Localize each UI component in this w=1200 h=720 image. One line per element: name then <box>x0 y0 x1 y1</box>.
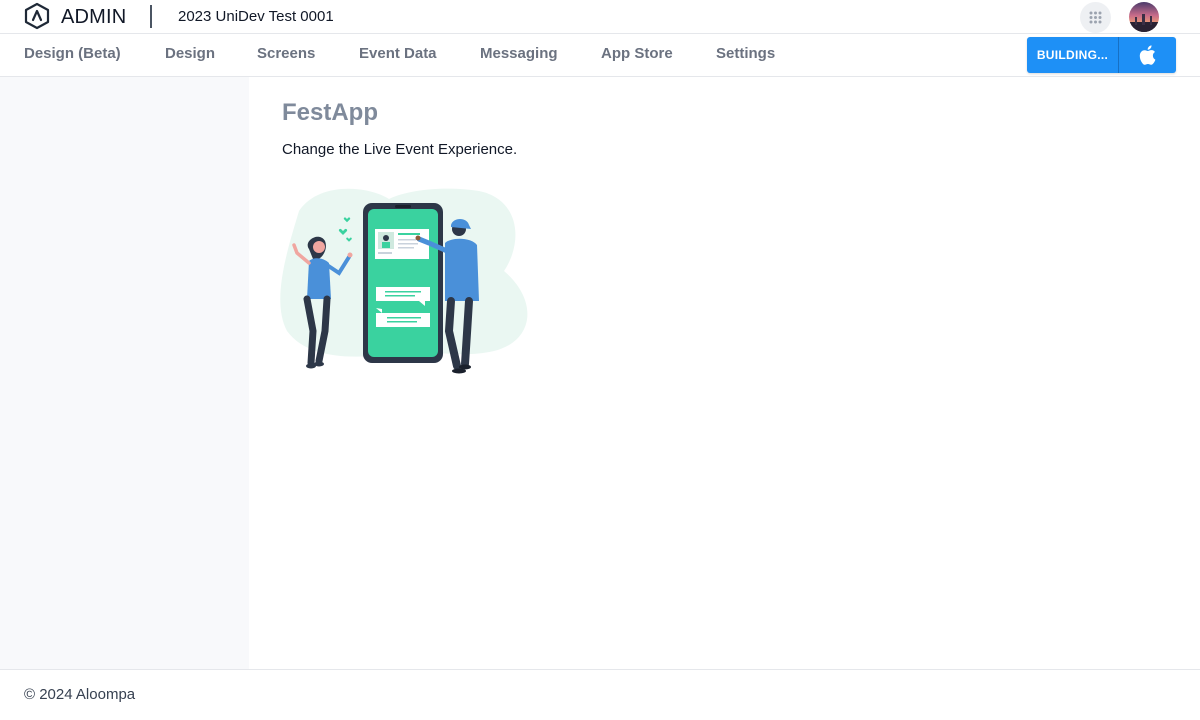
tab-messaging[interactable]: Messaging <box>480 45 558 62</box>
footer: © 2024 Aloompa <box>0 669 1200 720</box>
tab-settings[interactable]: Settings <box>716 45 775 62</box>
sidebar <box>0 77 249 669</box>
avatar-image <box>1129 2 1159 32</box>
page-title: FestApp <box>282 99 378 126</box>
logo-icon[interactable] <box>23 2 51 30</box>
copyright-text: © 2024 Aloompa <box>24 686 136 703</box>
tab-design[interactable]: Design <box>165 45 215 62</box>
tab-screens[interactable]: Screens <box>257 45 315 62</box>
build-button[interactable]: BUILDING... <box>1027 37 1119 73</box>
header-divider <box>150 5 152 28</box>
grid-icon <box>1089 11 1102 24</box>
tab-design-beta[interactable]: Design (Beta) <box>24 45 121 62</box>
main-nav: Design (Beta) Design Screens Event Data … <box>0 34 1200 77</box>
brand-name: ADMIN <box>61 6 127 28</box>
build-button-group: BUILDING... <box>1027 37 1176 73</box>
project-name[interactable]: 2023 UniDev Test 0001 <box>178 8 334 25</box>
tab-app-store[interactable]: App Store <box>601 45 673 62</box>
app-illustration <box>280 188 528 374</box>
tab-event-data[interactable]: Event Data <box>359 45 437 62</box>
page-subtitle: Change the Live Event Experience. <box>282 141 518 158</box>
user-avatar[interactable] <box>1129 2 1159 32</box>
ios-platform-button[interactable] <box>1119 37 1176 73</box>
top-bar: ADMIN 2023 UniDev Test 0001 <box>0 0 1200 34</box>
apps-button[interactable] <box>1080 2 1111 33</box>
main-content: FestApp Change the Live Event Experience… <box>249 77 1200 669</box>
apple-icon <box>1139 45 1156 65</box>
